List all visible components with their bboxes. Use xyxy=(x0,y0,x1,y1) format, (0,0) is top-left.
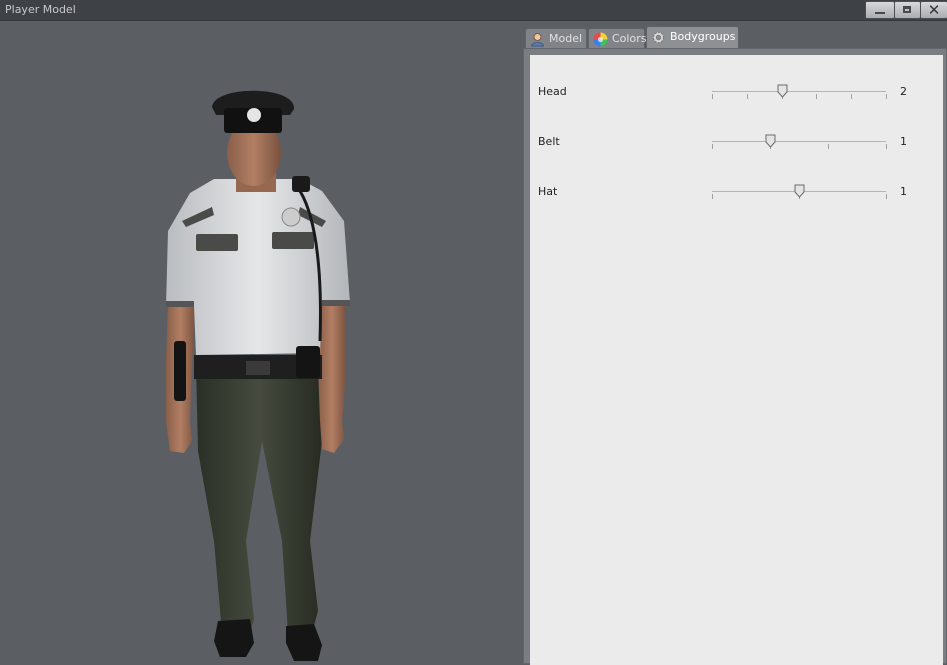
slider-tick xyxy=(712,94,713,99)
close-button[interactable]: ✕ xyxy=(920,1,947,19)
belt-slider[interactable] xyxy=(712,132,887,156)
bodygroup-row-head: Head 2 xyxy=(530,82,943,106)
slider-handle[interactable] xyxy=(765,134,776,148)
slider-tick xyxy=(816,94,817,99)
minimize-icon xyxy=(875,12,885,14)
close-icon: ✕ xyxy=(927,1,941,19)
bodygroup-label: Hat xyxy=(538,185,558,198)
model-viewport[interactable] xyxy=(0,21,523,664)
hat-slider[interactable] xyxy=(712,182,887,206)
bodygroup-value: 2 xyxy=(900,85,907,98)
slider-tick xyxy=(828,144,829,149)
tab-model[interactable]: Model xyxy=(525,28,587,48)
head-slider[interactable] xyxy=(712,82,887,106)
bodygroups-list: Head 2 Belt 1 Hat 1 xyxy=(530,55,943,665)
slider-tick xyxy=(851,94,852,99)
bodygroup-label: Head xyxy=(538,85,567,98)
bodygroup-value: 1 xyxy=(900,135,907,148)
slider-tick xyxy=(747,94,748,99)
slider-track xyxy=(712,141,886,142)
bodygroup-row-hat: Hat 1 xyxy=(530,182,943,206)
gear-icon xyxy=(652,31,665,44)
slider-track xyxy=(712,91,886,92)
slider-handle[interactable] xyxy=(777,84,788,98)
window-title: Player Model xyxy=(5,3,76,16)
color-wheel-icon xyxy=(593,32,608,47)
minimize-button[interactable] xyxy=(865,1,895,19)
slider-tick xyxy=(886,94,887,99)
bodygroup-value: 1 xyxy=(900,185,907,198)
bodygroup-row-belt: Belt 1 xyxy=(530,132,943,156)
maximize-button[interactable] xyxy=(894,1,921,19)
slider-tick xyxy=(886,194,887,199)
player-model-image xyxy=(166,90,350,661)
slider-tick xyxy=(712,144,713,149)
tab-colors[interactable]: Colors xyxy=(588,28,646,48)
bodygroups-panel: Head 2 Belt 1 Hat 1 xyxy=(523,48,947,665)
slider-tick xyxy=(886,144,887,149)
slider-tick xyxy=(712,194,713,199)
title-bar: Player Model ✕ xyxy=(0,0,947,21)
slider-handle[interactable] xyxy=(794,184,805,198)
maximize-icon xyxy=(903,6,911,13)
bodygroup-label: Belt xyxy=(538,135,560,148)
user-icon xyxy=(530,33,545,47)
tab-bodygroups[interactable]: Bodygroups xyxy=(646,26,739,48)
